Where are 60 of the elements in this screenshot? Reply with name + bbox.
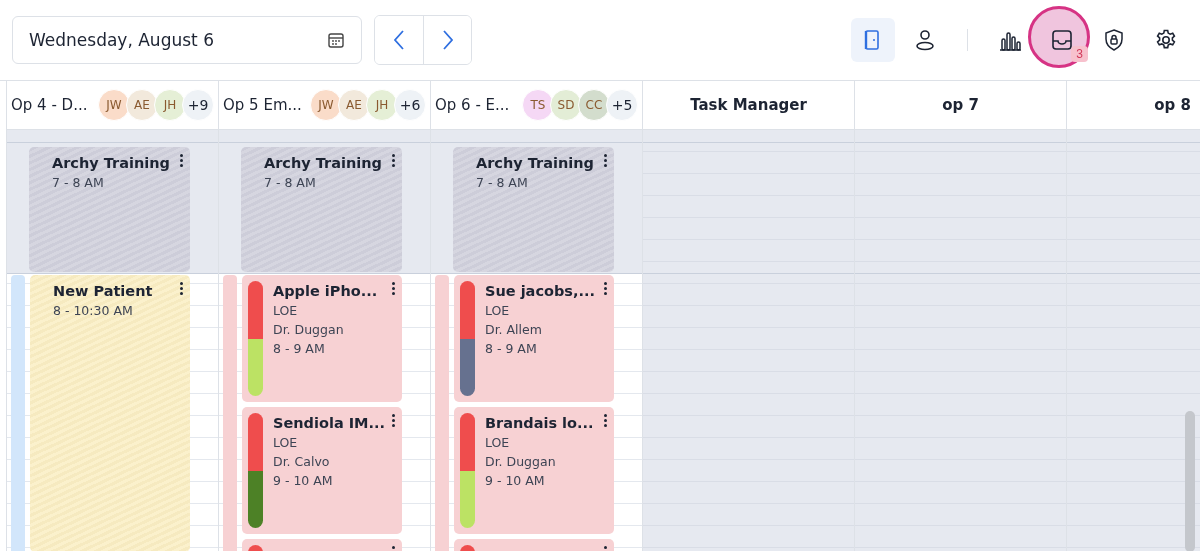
more-options-icon[interactable]: [392, 154, 395, 167]
more-options-icon[interactable]: [604, 414, 607, 427]
column-title: Op 4 - D...: [11, 96, 89, 114]
more-options-icon[interactable]: [392, 282, 395, 295]
avatar: JW: [98, 89, 130, 121]
column-title: Task Manager: [689, 96, 808, 114]
avatar: CC: [578, 89, 610, 121]
event-provider: Dr. Calvo: [273, 453, 330, 471]
column-title: op 8: [1153, 96, 1192, 114]
event-provider: Dr. Duggan: [485, 453, 556, 471]
more-options-icon[interactable]: [604, 282, 607, 295]
event-title: Archy Training: [476, 155, 594, 171]
event-type: LOE: [485, 302, 510, 320]
event-time: 7 - 8 AM: [264, 174, 316, 192]
more-options-icon[interactable]: [180, 154, 183, 167]
event-time: 9 - 10 AM: [273, 472, 333, 490]
calendar-icon: [327, 31, 345, 49]
event-type: LOE: [273, 434, 298, 452]
avatar: SD: [550, 89, 582, 121]
more-options-icon[interactable]: [604, 154, 607, 167]
column-title: Op 5 Em...: [223, 96, 303, 114]
event-title: Archy Training: [264, 155, 382, 171]
more-count: +9: [182, 89, 214, 121]
scrollbar-thumb[interactable]: [1185, 411, 1195, 551]
avatar: AE: [126, 89, 158, 121]
event-time: 9 - 10 AM: [485, 472, 545, 490]
event-time: 8 - 10:30 AM: [53, 302, 133, 320]
event-time: 8 - 9 AM: [273, 340, 325, 358]
event-time: 7 - 8 AM: [52, 174, 104, 192]
avatar: TS: [522, 89, 554, 121]
event-title: Sendiola IM...: [273, 415, 386, 431]
door-view-toggle[interactable]: [851, 18, 895, 62]
shield-lock-icon: [1102, 28, 1126, 52]
avatar: JW: [310, 89, 342, 121]
event-time: 8 - 9 AM: [485, 340, 537, 358]
more-count: +6: [394, 89, 426, 121]
column-title: op 7: [941, 96, 980, 114]
avatar: JH: [154, 89, 186, 121]
count-badge: 3: [1071, 46, 1088, 62]
event-time: 7 - 8 AM: [476, 174, 528, 192]
event-title: New Patient: [53, 283, 153, 299]
more-options-icon[interactable]: [392, 414, 395, 427]
more-count: +5: [606, 89, 638, 121]
event-provider: Dr. Allem: [485, 321, 542, 339]
column-title: Op 6 - E...: [435, 96, 511, 114]
chevron-right-icon: [441, 29, 454, 51]
date-picker[interactable]: Wednesday, August 6: [12, 16, 362, 64]
event-type: LOE: [273, 302, 298, 320]
chevron-left-icon: [393, 29, 405, 51]
person-icon: [913, 28, 937, 52]
event-title: Apple iPho...: [273, 283, 378, 299]
more-options-icon[interactable]: [180, 282, 183, 295]
inbox-icon: [1050, 28, 1074, 52]
avatar: JH: [366, 89, 398, 121]
event-title: Sue jacobs,...: [485, 283, 595, 299]
event-title: Archy Training: [52, 155, 170, 171]
event-type: LOE: [485, 434, 510, 452]
event-title: Brandais lo...: [485, 415, 594, 431]
avatar: AE: [338, 89, 370, 121]
event-provider: Dr. Duggan: [273, 321, 344, 339]
